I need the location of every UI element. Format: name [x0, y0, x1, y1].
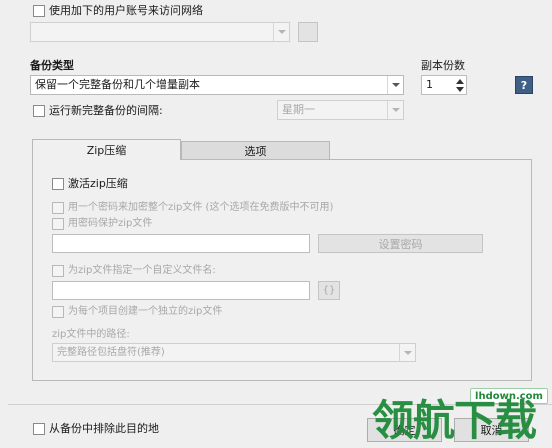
help-button[interactable]: ? [515, 76, 533, 94]
set-password-button[interactable]: 设置密码 [318, 234, 483, 253]
help-icon: ? [520, 78, 528, 92]
braces-icon: {} [322, 285, 336, 296]
custom-name-browse-button[interactable]: {} [318, 281, 340, 300]
password-protect-label: 用密码保护zip文件 [68, 218, 153, 229]
account-browse-button[interactable] [298, 22, 318, 42]
tab-zip[interactable]: Zip压缩 [32, 139, 181, 160]
interval-value: 星期一 [282, 103, 315, 116]
interval-checkbox[interactable] [33, 105, 45, 117]
one-password-checkbox[interactable] [52, 202, 64, 214]
activate-zip-checkbox[interactable] [52, 178, 64, 190]
exclude-destination-checkbox[interactable] [33, 423, 45, 435]
exclude-destination-label: 从备份中排除此目的地 [49, 422, 159, 435]
backup-type-heading: 备份类型 [30, 59, 74, 72]
stepper-down-icon[interactable] [456, 87, 464, 92]
use-account-label: 使用加下的用户账号来访问网络 [49, 4, 203, 17]
chevron-down-icon [387, 76, 403, 94]
tab-options[interactable]: 选项 [181, 141, 330, 160]
chevron-down-icon [399, 344, 415, 361]
tab-zip-label: Zip压缩 [86, 144, 127, 157]
watermark-logo-text: 领航下载 [372, 396, 537, 445]
zip-path-select[interactable]: 完整路径包括盘符(推荐) [52, 343, 416, 362]
tab-options-label: 选项 [244, 145, 267, 158]
custom-name-input[interactable] [52, 281, 310, 300]
account-combo[interactable] [30, 22, 290, 42]
backup-type-value: 保留一个完整备份和几个增量副本 [35, 78, 200, 91]
activate-zip-label: 激活zip压缩 [68, 177, 128, 190]
one-password-label: 用一个密码来加密整个zip文件 (这个选项在免费版中不可用) [68, 202, 334, 213]
custom-name-label: 为zip文件指定一个自定义文件名: [68, 265, 216, 276]
per-item-label: 为每个项目创建一个独立的zip文件 [68, 306, 223, 317]
backup-type-select[interactable]: 保留一个完整备份和几个增量副本 [30, 75, 404, 95]
chevron-down-icon [273, 23, 289, 41]
zip-path-heading: zip文件中的路径: [52, 329, 130, 340]
custom-name-checkbox[interactable] [52, 265, 64, 277]
copies-value: 1 [426, 78, 433, 91]
use-account-checkbox[interactable] [33, 5, 45, 17]
password-protect-checkbox[interactable] [52, 218, 64, 230]
set-password-label: 设置密码 [378, 237, 423, 251]
password-input[interactable] [52, 234, 310, 253]
copies-stepper[interactable]: 1 [421, 75, 467, 95]
copies-heading: 副本份数 [421, 59, 465, 72]
interval-select[interactable]: 星期一 [277, 100, 404, 120]
interval-label: 运行新完整备份的间隔: [49, 104, 163, 117]
zip-path-value: 完整路径包括盘符(推荐) [57, 347, 165, 358]
chevron-down-icon [387, 101, 403, 119]
per-item-checkbox[interactable] [52, 306, 64, 318]
stepper-up-icon[interactable] [456, 79, 464, 84]
